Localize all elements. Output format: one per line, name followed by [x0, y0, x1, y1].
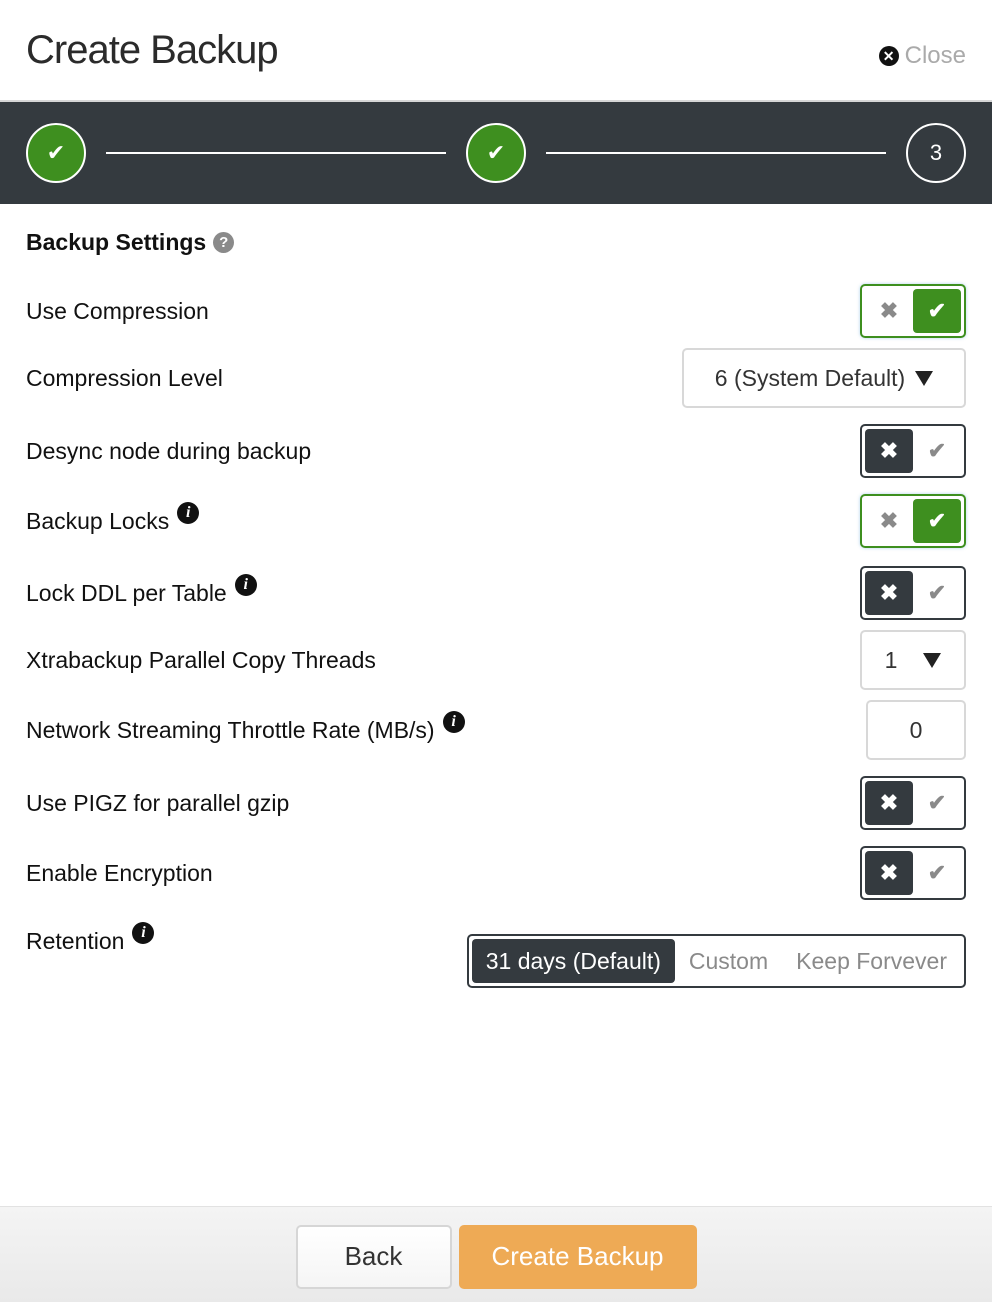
close-button[interactable]: ✕ Close	[878, 42, 966, 70]
info-icon[interactable]: i	[132, 922, 155, 944]
check-icon[interactable]: ✔	[913, 571, 961, 615]
step-1-complete[interactable]: ✔	[26, 123, 86, 183]
caret-down-icon	[923, 652, 942, 668]
x-icon[interactable]: ✖	[865, 571, 913, 615]
info-icon[interactable]: i	[442, 710, 465, 733]
caret-down-icon	[915, 370, 934, 386]
setting-backup-locks: Backup Locks i ✖ ✔	[26, 494, 966, 548]
help-icon[interactable]: ?	[213, 231, 235, 253]
setting-label: Lock DDL per Table	[26, 579, 227, 606]
check-icon[interactable]: ✔	[913, 289, 961, 333]
setting-throttle-rate: Network Streaming Throttle Rate (MB/s) i	[26, 700, 966, 760]
setting-label: Backup Locks	[26, 507, 170, 534]
modal-header: Create Backup ✕ Close	[0, 0, 992, 102]
step-3-current[interactable]: 3	[906, 123, 966, 183]
setting-lock-ddl: Lock DDL per Table i ✖ ✔	[26, 566, 966, 620]
setting-parallel-copy-threads: Xtrabackup Parallel Copy Threads 1	[26, 630, 966, 690]
close-circle-icon: ✕	[878, 46, 899, 66]
parallel-threads-select[interactable]: 1	[860, 630, 966, 690]
use-compression-toggle[interactable]: ✖ ✔	[860, 284, 966, 338]
setting-label: Desync node during backup	[26, 437, 312, 464]
desync-node-toggle[interactable]: ✖ ✔	[860, 424, 966, 478]
setting-label: Compression Level	[26, 364, 223, 391]
step-number: 3	[929, 140, 943, 165]
check-icon: ✔	[46, 140, 66, 165]
wizard-stepper: ✔ ✔ 3	[0, 102, 992, 204]
use-pigz-toggle[interactable]: ✖ ✔	[860, 776, 966, 830]
select-value: 6 (System Default)	[714, 364, 906, 391]
x-icon[interactable]: ✖	[865, 851, 913, 895]
close-label: Close	[904, 42, 966, 69]
step-connector	[106, 152, 446, 154]
setting-label: Network Streaming Throttle Rate (MB/s)	[26, 716, 435, 743]
step-2-complete[interactable]: ✔	[466, 123, 526, 183]
select-value: 1	[884, 646, 898, 673]
setting-label: Use Compression	[26, 297, 209, 324]
setting-use-pigz: Use PIGZ for parallel gzip ✖ ✔	[26, 776, 966, 830]
setting-label: Enable Encryption	[26, 859, 213, 886]
create-backup-button[interactable]: Create Backup	[458, 1224, 697, 1289]
modal-title: Create Backup	[26, 28, 279, 72]
setting-retention: Retention i 31 days (Default) Custom Kee…	[26, 922, 966, 988]
x-icon[interactable]: ✖	[865, 499, 913, 543]
info-icon[interactable]: i	[177, 501, 200, 524]
retention-segmented-control[interactable]: 31 days (Default) Custom Keep Forvever	[466, 934, 966, 988]
modal-footer: Back Create Backup	[0, 1206, 992, 1302]
back-button[interactable]: Back	[295, 1224, 452, 1289]
setting-label: Use PIGZ for parallel gzip	[26, 789, 290, 816]
x-icon[interactable]: ✖	[865, 289, 913, 333]
lock-ddl-toggle[interactable]: ✖ ✔	[860, 566, 966, 620]
section-heading: Backup Settings ?	[26, 228, 966, 255]
setting-desync-node: Desync node during backup ✖ ✔	[26, 424, 966, 478]
x-icon[interactable]: ✖	[865, 781, 913, 825]
section-title: Backup Settings	[26, 228, 207, 255]
setting-use-compression: Use Compression ✖ ✔	[26, 284, 966, 338]
check-icon[interactable]: ✔	[913, 429, 961, 473]
enable-encryption-toggle[interactable]: ✖ ✔	[860, 846, 966, 900]
setting-compression-level: Compression Level 6 (System Default)	[26, 348, 966, 408]
x-icon[interactable]: ✖	[865, 429, 913, 473]
check-icon[interactable]: ✔	[913, 851, 961, 895]
retention-option-forever[interactable]: Keep Forvever	[782, 939, 961, 983]
backup-locks-toggle[interactable]: ✖ ✔	[860, 494, 966, 548]
check-icon[interactable]: ✔	[913, 781, 961, 825]
setting-label: Xtrabackup Parallel Copy Threads	[26, 646, 376, 673]
check-icon: ✔	[486, 140, 506, 165]
setting-enable-encryption: Enable Encryption ✖ ✔	[26, 846, 966, 900]
retention-option-custom[interactable]: Custom	[675, 939, 782, 983]
step-connector	[546, 152, 886, 154]
compression-level-select[interactable]: 6 (System Default)	[682, 348, 966, 408]
info-icon[interactable]: i	[234, 573, 257, 596]
throttle-rate-input[interactable]	[866, 700, 966, 760]
setting-label: Retention	[26, 928, 125, 954]
retention-option-default[interactable]: 31 days (Default)	[471, 939, 675, 983]
check-icon[interactable]: ✔	[913, 499, 961, 543]
